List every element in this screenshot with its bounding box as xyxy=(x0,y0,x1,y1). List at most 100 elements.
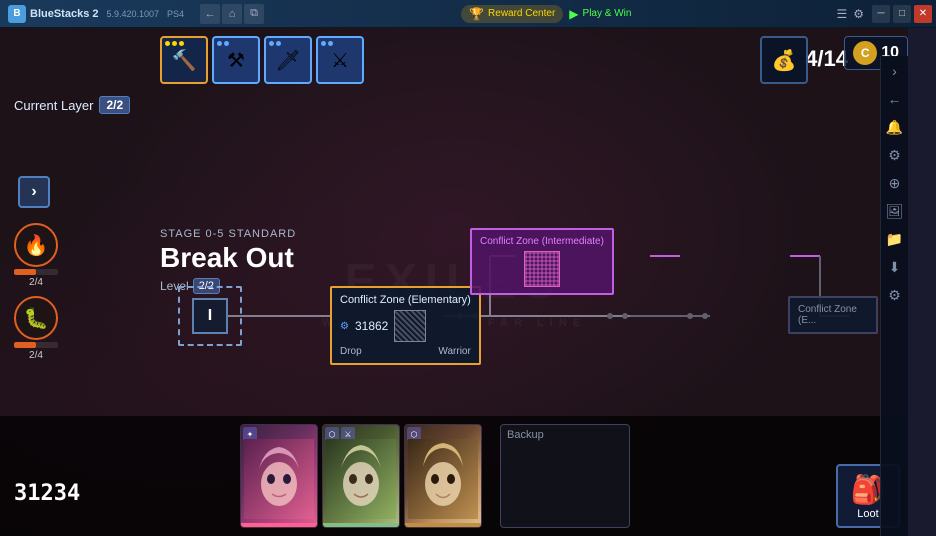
app-platform: PS4 xyxy=(167,9,184,19)
app-title: BlueStacks 2 xyxy=(30,8,98,20)
sidebar-expand-btn[interactable]: › xyxy=(884,60,906,82)
char-face-3 xyxy=(405,439,481,519)
playnwin-label: Play & Win xyxy=(583,8,632,19)
conflict-gear-icon: ⚙ xyxy=(340,321,349,332)
dot xyxy=(217,41,222,46)
skill-icon-1[interactable]: 🔨 xyxy=(160,36,208,84)
game-area: EXILES WE CROSS THE FAR LINE 🔨 ⚒ 🗡 xyxy=(0,28,908,536)
window-controls: ─ □ ✕ xyxy=(872,5,932,23)
score-display: 31234 xyxy=(14,481,80,506)
flame-bar-fill xyxy=(14,269,36,275)
nav-home-btn[interactable]: ⌂ xyxy=(222,4,242,24)
skill-dots-4 xyxy=(321,41,333,46)
warrior-label: Warrior xyxy=(438,346,470,357)
reward-center-btn[interactable]: 🏆 Reward Center xyxy=(461,5,563,23)
coin-icon: C xyxy=(853,41,877,65)
sidebar-download-btn[interactable]: ⬇ xyxy=(884,256,906,278)
char-bar-3 xyxy=(405,523,481,527)
loot-label: Loot xyxy=(857,508,878,520)
currency-icon-2: 💰 xyxy=(772,48,797,73)
bug-bar xyxy=(14,342,58,348)
conflict-intermediate-title: Conflict Zone (Intermediate) xyxy=(480,236,604,247)
stage-counter: 4/14 xyxy=(805,46,848,72)
conflict-zone-right[interactable]: Conflict Zone (E... xyxy=(788,296,878,334)
titlebar-center: 🏆 Reward Center ▶ Play & Win xyxy=(264,5,828,23)
conflict-zone-elementary[interactable]: Conflict Zone (Elementary) ⚙ 31862 Drop … xyxy=(330,286,481,365)
conflict-number: 31862 xyxy=(355,319,388,333)
char-face-1 xyxy=(241,439,317,519)
char-slot-3[interactable]: ⬡ xyxy=(404,424,482,528)
skill-icon-3[interactable]: 🗡 xyxy=(264,36,312,84)
dot xyxy=(179,41,184,46)
bug-count: 2/4 xyxy=(29,350,43,361)
bug-icon-circle: 🐛 xyxy=(14,296,58,340)
char-bar-1 xyxy=(241,523,317,527)
node-map: I Conflict Zone (Elementary) ⚙ 31862 Dro… xyxy=(150,168,878,396)
char-bar-2 xyxy=(323,523,399,527)
conflict-elementary-body: ⚙ 31862 xyxy=(340,310,471,342)
dot xyxy=(321,41,326,46)
left-panel: 🔥 2/4 🐛 2/4 xyxy=(14,223,58,361)
menu-icon[interactable]: ☰ xyxy=(836,7,847,21)
sidebar-notification-btn[interactable]: 🔔 xyxy=(884,116,906,138)
titlebar-side-icons: ☰ ⚙ xyxy=(828,7,872,21)
backup-area: Backup xyxy=(500,424,630,528)
left-icon-flame: 🔥 2/4 xyxy=(14,223,58,288)
currency-box-2: 💰 xyxy=(760,36,808,84)
play-n-win-btn[interactable]: ▶ Play & Win xyxy=(569,7,631,21)
right-sidebar: › ← 🔔 ⚙ ⊕ 🖼 📁 ⬇ ⚙ xyxy=(880,56,908,536)
sidebar-back-btn[interactable]: ← xyxy=(884,88,906,110)
flame-count: 2/4 xyxy=(29,277,43,288)
current-layer: Current Layer 2/2 xyxy=(14,96,130,114)
flame-bar xyxy=(14,269,58,275)
sidebar-image-btn[interactable]: 🖼 xyxy=(884,200,906,222)
maximize-btn[interactable]: □ xyxy=(893,5,911,23)
skill-icon-symbol-2: ⚒ xyxy=(227,48,245,73)
conflict-elementary-footer: Drop Warrior xyxy=(340,346,471,357)
nav-back-btn[interactable]: ← xyxy=(200,4,220,24)
app-icon: B xyxy=(8,5,26,23)
sidebar-settings-btn[interactable]: ⚙ xyxy=(884,144,906,166)
conflict-elementary-title: Conflict Zone (Elementary) xyxy=(340,294,471,306)
skill-icon-4[interactable]: ⚔ xyxy=(316,36,364,84)
bug-bar-fill xyxy=(14,342,36,348)
conflict-intermediate-pixel xyxy=(524,251,560,287)
start-node-label: I xyxy=(208,307,212,325)
titlebar: B BlueStacks 2 5.9.420.1007 PS4 ← ⌂ ⧉ 🏆 … xyxy=(0,0,936,28)
char-slots: ✦ xyxy=(240,424,482,528)
dot xyxy=(276,41,281,46)
dot xyxy=(172,41,177,46)
playnwin-icon: ▶ xyxy=(569,7,578,21)
drop-label: Drop xyxy=(340,346,362,357)
sidebar-folder-btn[interactable]: 📁 xyxy=(884,228,906,250)
dot xyxy=(328,41,333,46)
conflict-right-title: Conflict Zone (E... xyxy=(798,304,868,326)
app-logo: B BlueStacks 2 5.9.420.1007 PS4 xyxy=(0,5,192,23)
layer-label: Current Layer xyxy=(14,98,93,113)
reward-icon: 🏆 xyxy=(469,7,484,21)
close-btn[interactable]: ✕ xyxy=(914,5,932,23)
skill-icon-symbol-3: 🗡 xyxy=(275,48,300,73)
char-slot-1[interactable]: ✦ xyxy=(240,424,318,528)
sidebar-gear-btn[interactable]: ⚙ xyxy=(884,284,906,306)
dot xyxy=(269,41,274,46)
app-version: 5.9.420.1007 xyxy=(106,9,159,19)
skill-icon-2[interactable]: ⚒ xyxy=(212,36,260,84)
conflict-pixel xyxy=(394,310,426,342)
flame-icon-circle: 🔥 xyxy=(14,223,58,267)
settings-icon[interactable]: ⚙ xyxy=(853,7,864,21)
char-face-2 xyxy=(323,439,399,519)
dot xyxy=(224,41,229,46)
nav-restore-btn[interactable]: ⧉ xyxy=(244,4,264,24)
expand-button[interactable]: › xyxy=(18,176,50,208)
skill-dots-3 xyxy=(269,41,281,46)
minimize-btn[interactable]: ─ xyxy=(872,5,890,23)
skill-dots-1 xyxy=(165,41,184,46)
start-node[interactable]: I xyxy=(192,298,228,334)
skill-icon-symbol-1: 🔨 xyxy=(172,48,197,73)
char-slot-2[interactable]: ⬡ ⚔ xyxy=(322,424,400,528)
dot xyxy=(165,41,170,46)
char-bar: 31234 ✦ xyxy=(0,416,908,536)
sidebar-add-btn[interactable]: ⊕ xyxy=(884,172,906,194)
conflict-zone-intermediate[interactable]: Conflict Zone (Intermediate) xyxy=(470,228,614,295)
